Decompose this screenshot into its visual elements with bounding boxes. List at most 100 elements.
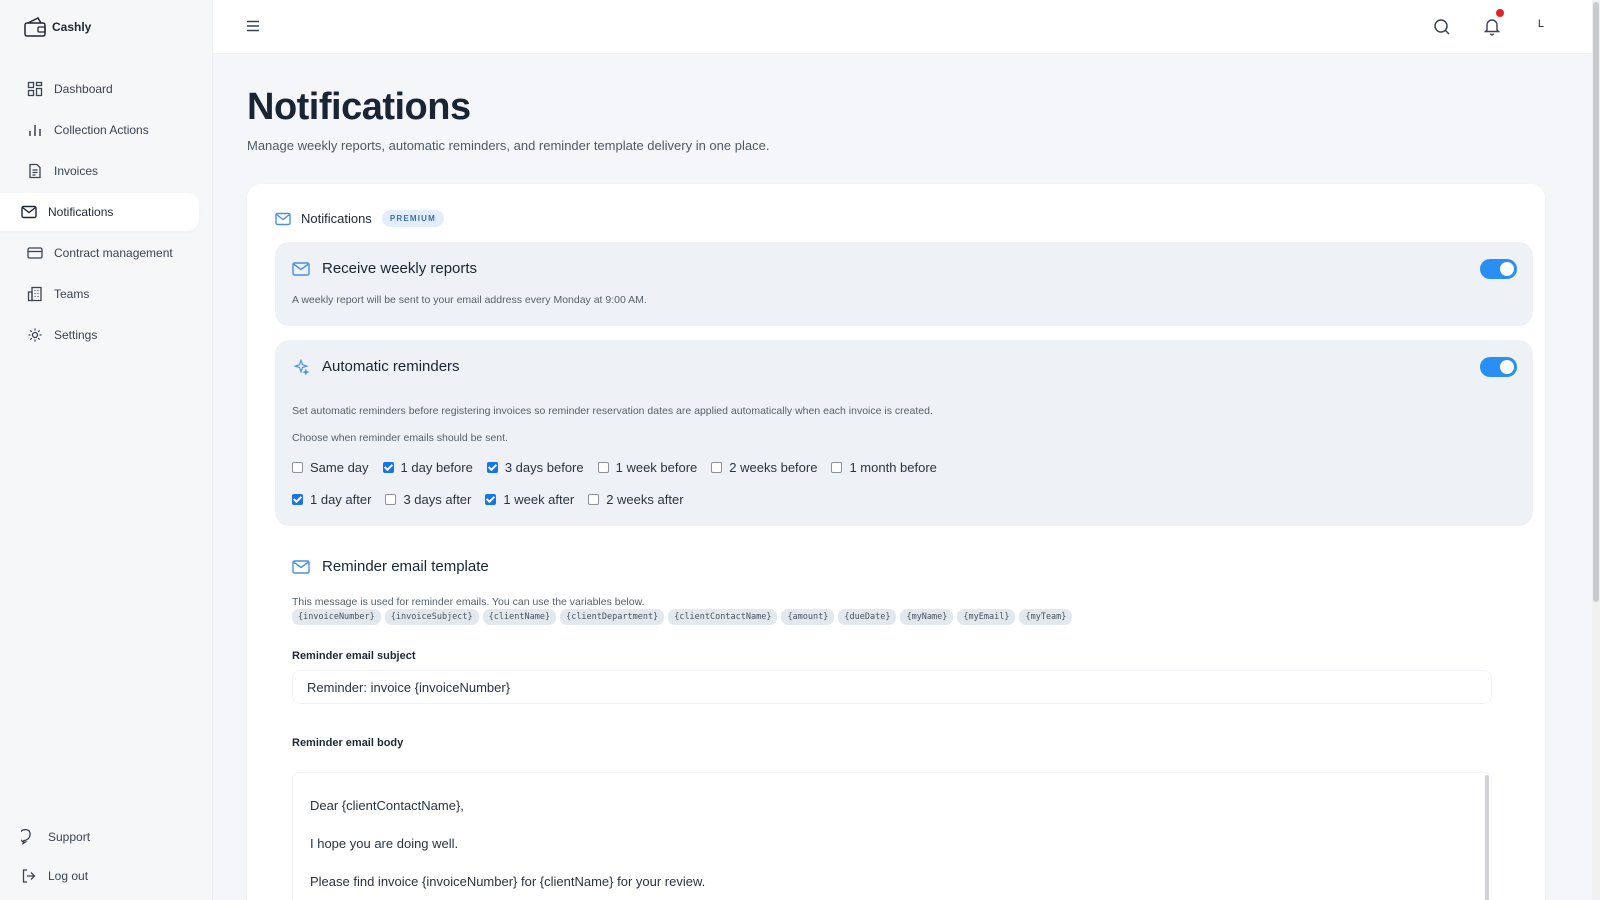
sidebar-item-label: Log out (48, 869, 89, 883)
document-icon (26, 162, 44, 180)
checkbox-1-day-before[interactable]: 1 day before (382, 460, 473, 475)
reminder-template-header: Reminder email template (292, 558, 489, 575)
reminder-template-description: This message is used for reminder emails… (292, 596, 645, 608)
weekly-reports-toggle[interactable] (1480, 259, 1517, 279)
checkbox-1-day-after[interactable]: 1 day after (292, 492, 371, 507)
body-line: I hope you are doing well. (310, 836, 459, 851)
checkbox-1-week-after[interactable]: 1 week after (485, 492, 574, 507)
checkbox-2-weeks-after[interactable]: 2 weeks after (588, 492, 684, 507)
sidebar-item-invoices[interactable]: Invoices (0, 152, 213, 190)
checkbox-label: 3 days before (504, 460, 584, 475)
top-bar: L (213, 0, 1600, 54)
card-header: Notifications PREMIUM (275, 210, 444, 227)
weekly-reports-description: A weekly report will be sent to your ema… (292, 294, 647, 306)
checkbox[interactable] (711, 462, 723, 473)
variable-chip[interactable]: {clientDepartment} (560, 609, 665, 625)
page-subtitle: Manage weekly reports, automatic reminde… (247, 138, 770, 153)
sidebar-item-label: Dashboard (54, 82, 113, 96)
automatic-reminders-header: Automatic reminders (292, 358, 460, 375)
checkbox[interactable] (382, 462, 394, 473)
automatic-reminders-toggle[interactable] (1480, 357, 1517, 377)
app-logo[interactable]: Cashly (24, 16, 91, 38)
sidebar-item-notifications[interactable]: Notifications (0, 193, 199, 231)
reminder-template-section: Reminder email template This message is … (275, 540, 1533, 900)
menu-icon[interactable] (245, 18, 261, 34)
checkbox-1-week-before[interactable]: 1 week before (597, 460, 698, 475)
variable-chip[interactable]: {amount} (781, 609, 835, 625)
sidebar-item-teams[interactable]: Teams (0, 275, 213, 313)
page-title: Notifications (247, 86, 471, 128)
sidebar-item-contract-management[interactable]: Contract management (0, 234, 213, 272)
scrollbar-thumb[interactable] (1593, 2, 1599, 602)
sidebar-item-collection-actions[interactable]: Collection Actions (0, 111, 213, 149)
checkbox-same-day[interactable]: Same day (292, 460, 369, 475)
sidebar-item-label: Invoices (54, 164, 99, 178)
grid-icon (26, 80, 44, 98)
building-icon (26, 285, 44, 303)
variable-chip[interactable]: {clientName} (482, 609, 557, 625)
page-scrollbar[interactable] (1592, 0, 1600, 900)
variable-chip[interactable]: {dueDate} (838, 609, 897, 625)
subject-input[interactable]: Reminder: invoice {invoiceNumber} (292, 670, 1492, 704)
automatic-reminders-section: Automatic reminders Set automatic remind… (275, 340, 1533, 526)
notifications-bell-button[interactable] (1482, 9, 1504, 36)
sidebar-bottom: Support Log out (0, 819, 213, 900)
avatar[interactable]: L (1538, 18, 1544, 30)
bar-chart-icon (26, 121, 44, 139)
reminder-timing-prompt: Choose when reminder emails should be se… (292, 432, 508, 444)
bell-icon (1483, 19, 1501, 36)
variable-chip[interactable]: {clientContactName} (668, 609, 778, 625)
reminder-template-title: Reminder email template (322, 558, 489, 575)
sidebar-item-settings[interactable]: Settings (0, 316, 213, 354)
sidebar-item-label: Settings (54, 328, 98, 342)
variable-chip[interactable]: {myEmail} (957, 609, 1016, 625)
body-label: Reminder email body (292, 737, 404, 749)
sidebar-item-logout[interactable]: Log out (0, 858, 213, 894)
checkbox-label: 1 day before (400, 460, 473, 475)
card-title: Notifications (301, 211, 372, 226)
main-content: Notifications Manage weekly reports, aut… (213, 54, 1592, 900)
variable-chip[interactable]: {invoiceNumber} (292, 609, 381, 625)
checkbox[interactable] (485, 494, 497, 505)
sparkle-icon (293, 358, 310, 375)
checkbox[interactable] (831, 462, 843, 473)
checkbox-label: 1 day after (310, 492, 372, 507)
checkbox[interactable] (292, 462, 303, 473)
before-options-row: Same day 1 day before 3 days before 1 we… (292, 460, 951, 475)
app-name: Cashly (52, 20, 92, 34)
card-icon (26, 244, 44, 262)
checkbox-2-weeks-before[interactable]: 2 weeks before (711, 460, 817, 475)
variable-chip[interactable]: {invoiceSubject} (384, 609, 479, 625)
checkbox-label: 3 days after (403, 492, 472, 507)
body-textarea[interactable]: Dear {clientContactName}, I hope you are… (292, 772, 1492, 900)
checkbox[interactable] (486, 462, 498, 473)
checkbox-label: 1 week after (503, 492, 575, 507)
gear-icon (26, 326, 44, 344)
checkbox-1-month-before[interactable]: 1 month before (831, 460, 937, 475)
variable-chip[interactable]: {myTeam} (1019, 609, 1073, 625)
checkbox-3-days-after[interactable]: 3 days after (385, 492, 471, 507)
checkbox[interactable] (385, 494, 397, 505)
variable-chip[interactable]: {myName} (900, 609, 954, 625)
sidebar-item-dashboard[interactable]: Dashboard (0, 70, 213, 108)
search-icon[interactable] (1432, 17, 1452, 37)
sidebar-item-support[interactable]: Support (0, 819, 213, 855)
variable-chips: {invoiceNumber} {invoiceSubject} {client… (292, 609, 1073, 625)
checkbox[interactable] (597, 462, 609, 473)
checkbox-label: 1 week before (615, 460, 698, 475)
weekly-reports-title: Receive weekly reports (322, 260, 478, 277)
sidebar-item-label: Contract management (54, 246, 173, 260)
checkbox[interactable] (292, 494, 303, 505)
mail-icon (20, 203, 38, 221)
automatic-reminders-title: Automatic reminders (322, 358, 460, 375)
after-options-row: 1 day after 3 days after 1 week after 2 … (292, 492, 698, 507)
checkbox-3-days-before[interactable]: 3 days before (486, 460, 584, 475)
premium-badge: PREMIUM (381, 210, 444, 227)
checkbox-label: Same day (310, 460, 369, 475)
sidebar-item-label: Support (48, 830, 91, 844)
textarea-scrollbar[interactable] (1485, 775, 1489, 900)
checkbox[interactable] (588, 494, 600, 505)
weekly-reports-header: Receive weekly reports (292, 260, 477, 277)
checkbox-label: 1 month before (849, 460, 937, 475)
body-line: Please find invoice {invoiceNumber} for … (310, 874, 706, 889)
